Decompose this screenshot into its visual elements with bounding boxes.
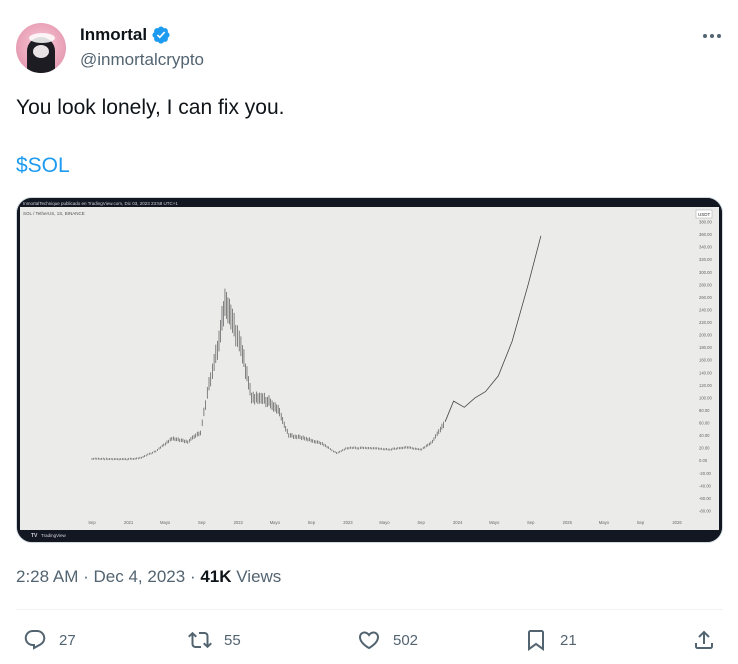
x-tick-label: 2024: [453, 520, 463, 525]
x-tick-label: Sep: [417, 520, 425, 525]
y-tick-label: 360.00: [699, 232, 712, 237]
x-tick-label: Sep: [88, 520, 96, 525]
bookmark-count: 21: [560, 631, 577, 649]
x-tick-label: 2025: [563, 520, 573, 525]
author-name-row[interactable]: Inmortal: [80, 24, 171, 46]
reply-icon: [24, 630, 46, 650]
x-tick-label: Sep: [308, 520, 316, 525]
x-tick-label: Sep: [637, 520, 645, 525]
x-tick-label: 2026: [672, 520, 682, 525]
y-tick-label: 280.00: [699, 282, 712, 287]
retweet-button[interactable]: 55: [188, 626, 241, 654]
y-tick-label: 180.00: [699, 345, 712, 350]
chart-image[interactable]: InmortalTechnique publicado en TradingVi…: [16, 197, 723, 543]
retweet-icon: [188, 631, 212, 649]
more-options-icon[interactable]: [700, 24, 724, 48]
y-tick-label: -60.00: [699, 496, 712, 501]
retweet-count: 55: [224, 631, 241, 649]
y-tick-label: 100.00: [699, 395, 712, 400]
x-tick-label: 2021: [124, 520, 134, 525]
y-tick-label: 220.00: [699, 320, 712, 325]
y-tick-label: 140.00: [699, 370, 712, 375]
x-tick-label: Sep: [527, 520, 535, 525]
like-count: 502: [393, 631, 419, 649]
chart-footer-brand: TradingView: [41, 533, 67, 538]
y-tick-label: 120.00: [699, 383, 712, 388]
avatar-glow: [29, 33, 55, 43]
y-tick-label: 60.00: [699, 421, 710, 426]
y-tick-label: 40.00: [699, 433, 710, 438]
views-count: 41K: [200, 567, 232, 586]
heart-icon: [358, 631, 380, 650]
views-label: Views: [236, 567, 282, 586]
avatar[interactable]: [16, 23, 66, 73]
x-tick-label: Mayo: [270, 520, 281, 525]
chart-symbol-text: SOL / TetherUS, 1S, BINANCE: [23, 211, 85, 216]
currency-badge-text: USDT: [698, 212, 711, 217]
meta-separator: ·: [83, 567, 89, 586]
y-tick-label: 160.00: [699, 358, 712, 363]
tweet-time[interactable]: 2:28 AM: [16, 567, 78, 586]
avatar-face: [33, 45, 49, 58]
share-icon: [695, 630, 713, 649]
x-tick-label: Mayo: [599, 520, 610, 525]
verified-badge-icon: [152, 26, 170, 44]
y-tick-label: 260.00: [699, 295, 712, 300]
y-tick-label: -40.00: [699, 483, 712, 488]
reply-button[interactable]: 27: [23, 626, 76, 654]
y-tick-label: 340.00: [699, 245, 712, 250]
chart-plot-area: [20, 207, 719, 530]
y-tick-label: 380.00: [699, 220, 712, 225]
x-tick-label: Sep: [198, 520, 206, 525]
price-chart: InmortalTechnique publicado en TradingVi…: [17, 198, 722, 542]
x-tick-label: 2023: [343, 520, 353, 525]
chart-header-text: InmortalTechnique publicado en TradingVi…: [23, 201, 178, 206]
y-tick-label: 200.00: [699, 333, 712, 338]
y-tick-label: 320.00: [699, 257, 712, 262]
y-tick-label: -80.00: [699, 509, 712, 514]
bookmark-button[interactable]: 21: [524, 626, 577, 654]
cashtag-link[interactable]: $SOL: [16, 152, 70, 180]
bookmark-icon: [528, 630, 544, 651]
meta-separator-2: ·: [189, 567, 196, 586]
reply-count: 27: [59, 631, 76, 649]
author-handle[interactable]: @inmortalcrypto: [80, 50, 204, 70]
display-name[interactable]: Inmortal: [80, 25, 147, 45]
like-button[interactable]: 502: [357, 626, 418, 654]
y-tick-label: 80.00: [699, 408, 710, 413]
x-tick-label: Mayo: [379, 520, 390, 525]
y-tick-label: 240.00: [699, 307, 712, 312]
share-button[interactable]: [692, 626, 716, 654]
x-tick-label: Mayo: [160, 520, 171, 525]
y-tick-label: 0.00: [699, 458, 708, 463]
y-tick-label: 300.00: [699, 270, 712, 275]
tweet-meta: 2:28 AM · Dec 4, 2023 · 41K Views: [16, 566, 281, 588]
x-tick-label: 2022: [234, 520, 244, 525]
tweet-date[interactable]: Dec 4, 2023: [94, 567, 186, 586]
y-tick-label: 20.00: [699, 446, 710, 451]
y-tick-label: -20.00: [699, 471, 712, 476]
action-divider: [16, 609, 723, 610]
tradingview-logo: TV: [31, 533, 38, 539]
tweet-text: You look lonely, I can fix you.: [16, 96, 285, 119]
x-tick-label: Mayo: [489, 520, 500, 525]
